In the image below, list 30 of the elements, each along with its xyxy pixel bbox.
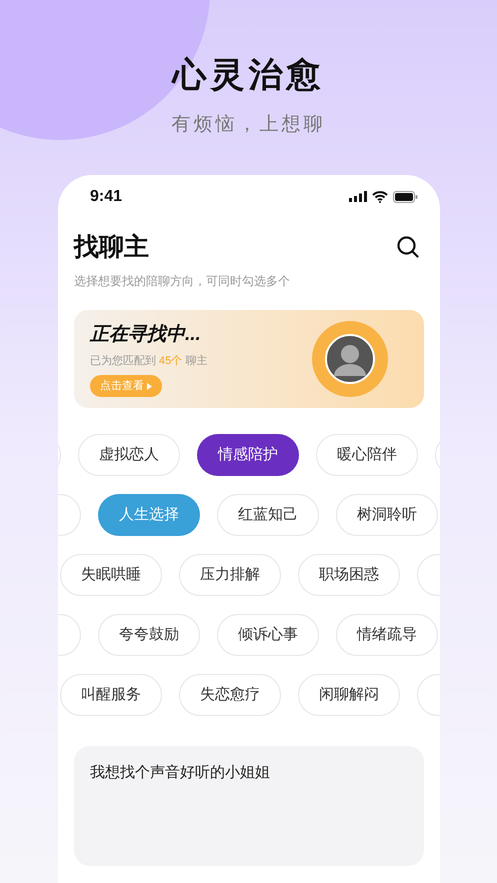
avatar-icon [325,334,375,384]
tag-chip[interactable]: 情感陪护 [197,434,299,476]
signal-icon [349,191,367,202]
request-field[interactable]: 我想找个声音好听的小姐姐 [74,746,424,866]
battery-icon [393,190,418,202]
tag-chip[interactable]: 压力排解 [179,554,281,596]
page-title: 找聊主 [74,232,149,262]
tag-chip[interactable]: 暖心陪伴 [316,434,418,476]
search-icon[interactable] [396,235,420,260]
match-count: 45个 [159,354,182,368]
tag-chip[interactable]: 职场困惑 [298,554,400,596]
match-title: 正在寻找中... [90,323,202,347]
tag-chip[interactable]: 倾诉心事 [217,614,319,656]
tag-chip[interactable]: 树洞聆听 [336,494,438,536]
page-subtitle: 选择想要找的陪聊方向，可同时勾选多个 [73,273,291,290]
headline-title: 心灵治愈 [172,55,324,96]
tag-chip[interactable]: 闲聊解闷 [298,674,400,716]
headline-subtitle: 有烦恼，上想聊 [172,113,326,137]
tag-chip[interactable]: 情绪疏导 [336,614,438,656]
tag-chip[interactable]: 失眠哄睡 [60,554,162,596]
caret-icon [147,382,152,390]
tag-chip[interactable]: 夸夸鼓励 [98,614,200,656]
match-text: 聊主 [185,354,208,368]
tag-chip[interactable]: 红蓝知己 [217,494,319,536]
tag-chip[interactable]: 失恋愈疗 [179,674,281,716]
tag-chip[interactable]: 虚拟恋人 [78,434,180,476]
tag-chip[interactable]: 叫醒服务 [60,674,162,716]
status-time: 9:41 [90,186,122,206]
wifi-icon [372,190,388,202]
match-text: 已为您匹配到 [90,354,156,368]
